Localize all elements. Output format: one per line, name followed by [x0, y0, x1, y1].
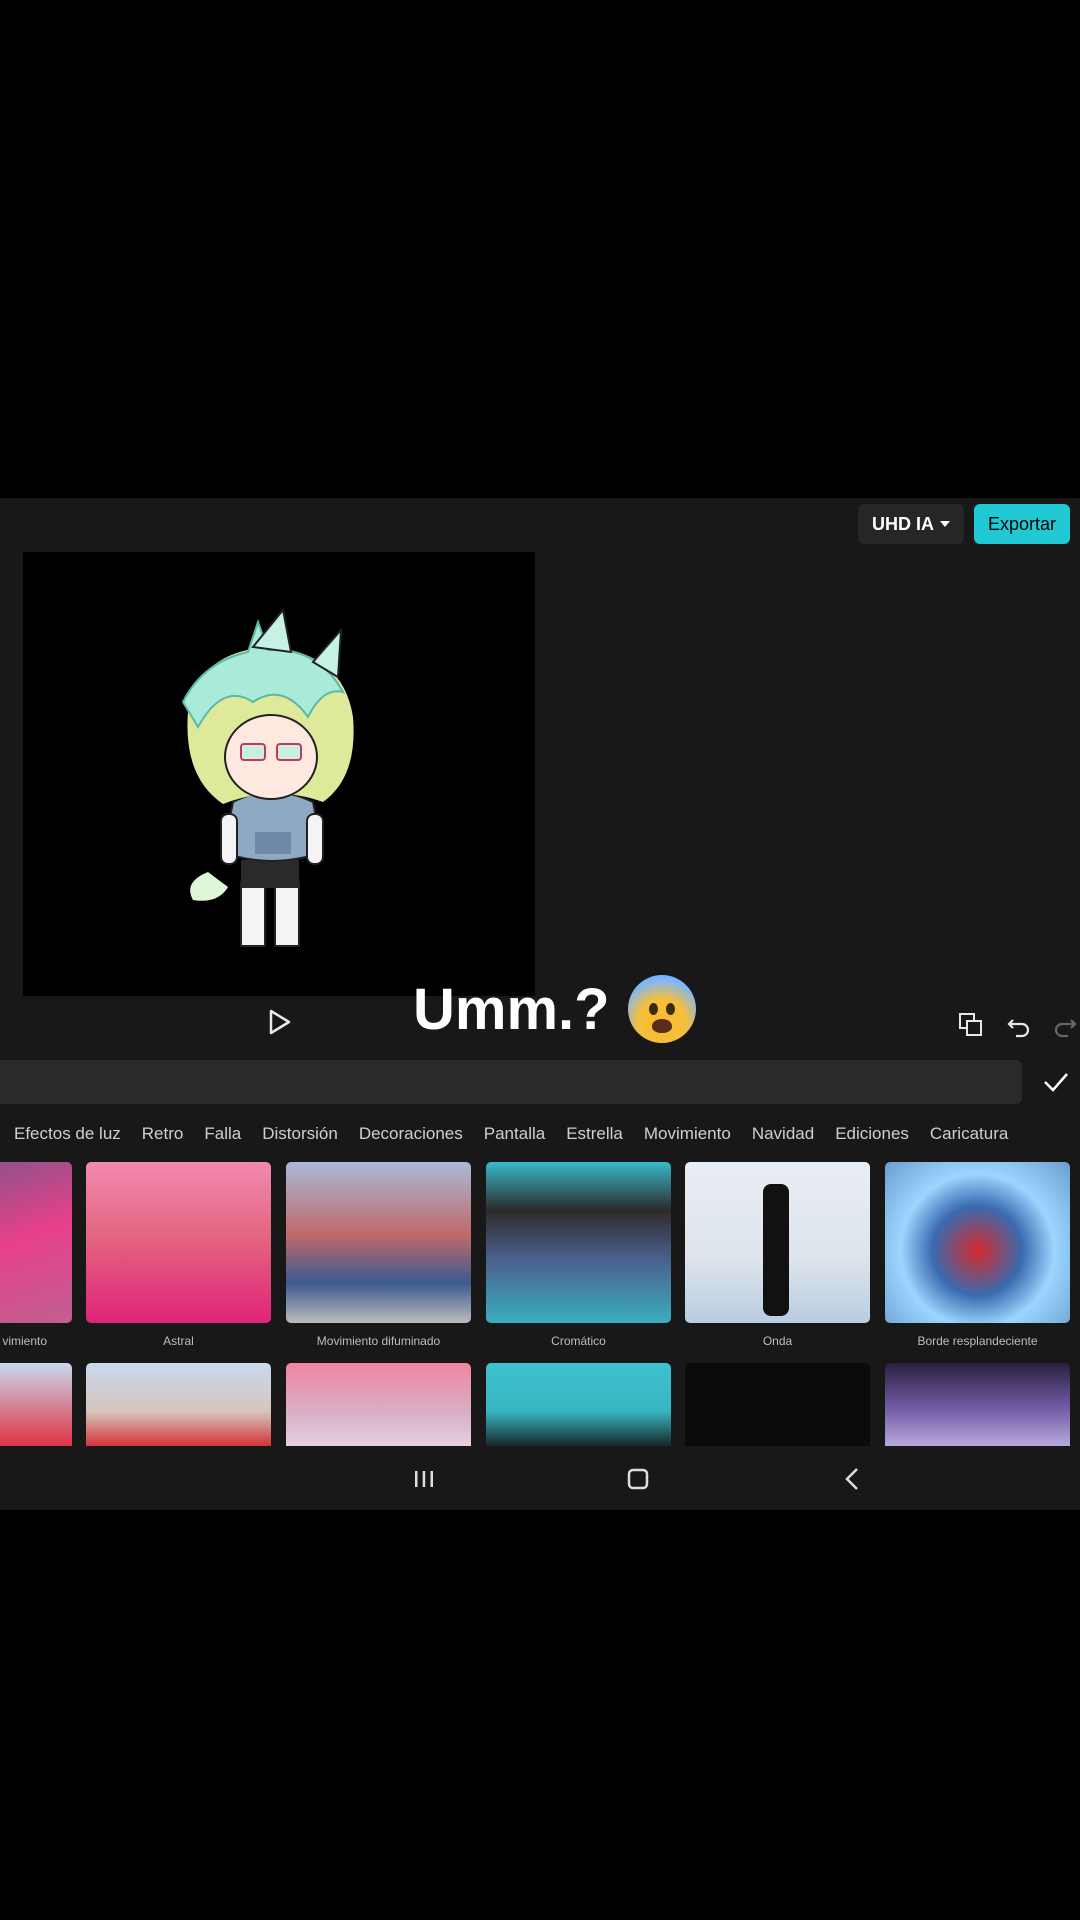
video-preview[interactable] — [23, 552, 535, 996]
effect-tile-glow-edge[interactable] — [885, 1162, 1070, 1323]
tab-ediciones[interactable]: Ediciones — [835, 1124, 909, 1144]
effect-label-wave: Onda — [762, 1334, 793, 1348]
undo-icon[interactable] — [1006, 1012, 1032, 1038]
effect-label-chromatic: Cromático — [551, 1334, 606, 1348]
tab-efectos-de-luz[interactable]: Efectos de luz — [14, 1124, 121, 1144]
effect-tile-motion-blur[interactable] — [286, 1162, 471, 1323]
tab-movimiento[interactable]: Movimiento — [644, 1124, 731, 1144]
effect-tile[interactable] — [286, 1363, 471, 1451]
toggle-off-icon[interactable] — [958, 1012, 984, 1038]
chevron-down-icon — [939, 521, 950, 527]
figure-shape — [763, 1184, 789, 1316]
back-icon[interactable] — [838, 1464, 868, 1494]
tab-falla[interactable]: Falla — [204, 1124, 241, 1144]
effect-track-bar[interactable] — [0, 1060, 1022, 1104]
effect-tile[interactable] — [685, 1363, 870, 1451]
quality-dropdown[interactable]: UHD IA — [857, 504, 964, 544]
system-nav-bar — [0, 1446, 1080, 1510]
tab-navidad[interactable]: Navidad — [752, 1124, 814, 1144]
export-label: Exportar — [987, 513, 1056, 534]
quality-label: UHD IA — [871, 513, 934, 534]
effect-tile-chromatic[interactable] — [486, 1162, 671, 1323]
home-icon[interactable] — [623, 1464, 653, 1494]
export-button[interactable]: Exportar — [973, 504, 1070, 544]
effect-label-glow-edge: Borde resplandeciente — [917, 1334, 1038, 1348]
effect-tile[interactable] — [0, 1363, 72, 1451]
caption-overlay: Umm.? — [413, 975, 696, 1043]
recent-apps-icon[interactable] — [409, 1464, 439, 1494]
top-bar: UHD IA Exportar — [857, 504, 1070, 544]
tab-caricatura[interactable]: Caricatura — [930, 1124, 1008, 1144]
tab-estrella[interactable]: Estrella — [566, 1124, 623, 1144]
category-tabs: Efectos de luz Retro Falla Distorsión De… — [14, 1124, 1029, 1144]
redo-icon[interactable] — [1052, 1012, 1078, 1038]
tab-decoraciones[interactable]: Decoraciones — [359, 1124, 463, 1144]
tab-retro[interactable]: Retro — [142, 1124, 184, 1144]
tab-distorsion[interactable]: Distorsión — [262, 1124, 338, 1144]
play-icon[interactable] — [268, 1008, 292, 1036]
caption-text: Umm.? — [413, 976, 610, 1042]
fearful-face-icon — [627, 975, 696, 1043]
effect-label-motion-blur: Movimiento difuminado — [316, 1334, 441, 1348]
effect-label: vimiento — [2, 1334, 47, 1348]
tab-pantalla[interactable]: Pantalla — [484, 1124, 545, 1144]
effect-tile[interactable] — [86, 1363, 271, 1451]
effect-tile-astral[interactable] — [86, 1162, 271, 1323]
effect-label-astral: Astral — [163, 1334, 194, 1348]
effect-tile[interactable] — [486, 1363, 671, 1451]
effect-tile-wave[interactable] — [685, 1162, 870, 1323]
character-image — [181, 607, 354, 947]
effect-tile[interactable] — [0, 1162, 72, 1323]
effect-tile[interactable] — [885, 1363, 1070, 1451]
check-icon[interactable] — [1042, 1070, 1070, 1094]
